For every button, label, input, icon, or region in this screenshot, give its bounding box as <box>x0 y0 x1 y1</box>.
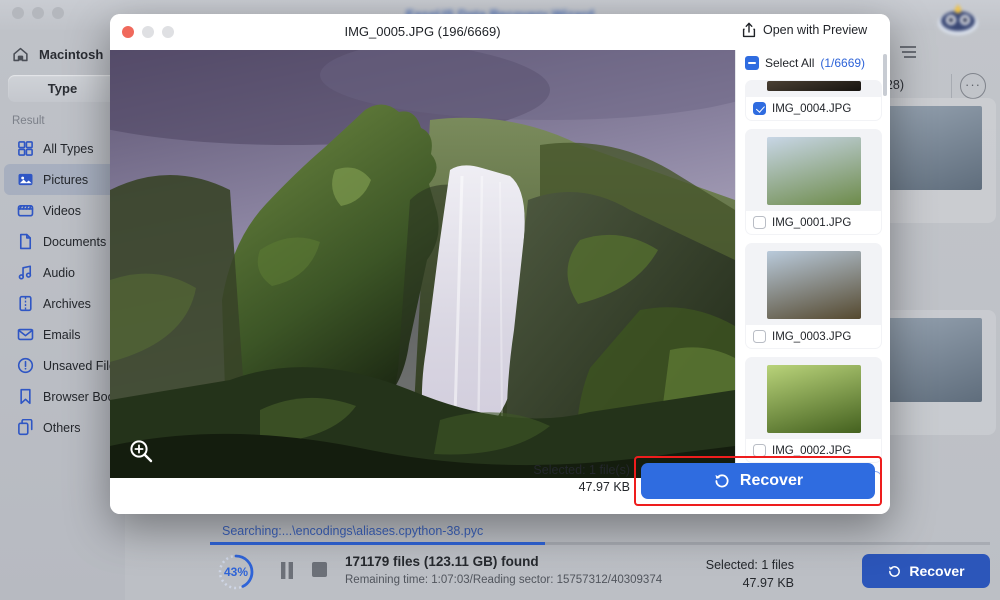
dialog-selected-size: 47.97 KB <box>578 480 630 494</box>
sidebar-item-label: Archives <box>43 296 91 311</box>
main-recover-button[interactable]: Recover <box>862 554 990 588</box>
open-with-preview-label: Open with Preview <box>763 23 868 37</box>
files-found-label: 171179 files (123.11 GB) found <box>345 554 539 569</box>
dialog-footer: Selected: 1 file(s) 47.97 KB Recover <box>110 456 890 514</box>
open-with-preview-button[interactable]: Open with Preview <box>742 22 867 38</box>
preview-image[interactable] <box>110 50 735 478</box>
select-all-label: Select All <box>765 56 815 70</box>
bookmark-icon <box>20 388 31 405</box>
restore-icon <box>715 474 729 488</box>
thumbnail-file-name: IMG_0002.JPG <box>772 444 852 457</box>
status-bar: 43% 171179 files (123.11 GB) found Remai… <box>210 546 990 596</box>
progress-percent-label: 43% <box>223 565 249 579</box>
sidebar-item-label: Audio <box>43 265 75 280</box>
thumbnail-image <box>766 137 861 205</box>
sidebar-item-audio[interactable]: Audio <box>4 257 121 288</box>
zoom-in-icon[interactable] <box>128 438 154 464</box>
scan-path-status: Searching:...\encodings\aliases.cpython-… <box>222 524 484 538</box>
remaining-time-label: Remaining time: 1:07:03/Reading sector: … <box>345 574 663 586</box>
thumbnail-checkbox[interactable] <box>753 102 766 115</box>
home-icon <box>13 47 28 62</box>
dialog-recover-button[interactable]: Recover <box>641 463 875 499</box>
main-selected-count: Selected: 1 files <box>705 558 794 572</box>
sidebar-item-documents[interactable]: Documents <box>4 226 121 257</box>
dialog-recover-label: Recover <box>739 472 804 489</box>
image-preview-dialog: IMG_0005.JPG (196/6669) Open with Previe… <box>110 14 890 514</box>
sidebar-item-videos[interactable]: Videos <box>4 195 121 226</box>
sidebar-item-label: Others <box>43 420 81 435</box>
sidebar-item-label: Emails <box>43 327 81 342</box>
others-icon <box>18 419 33 436</box>
sidebar-item-label: Unsaved File <box>43 358 116 373</box>
thumbnail-scrollbar[interactable] <box>883 54 887 96</box>
sidebar-item-emails[interactable]: Emails <box>4 319 121 350</box>
sidebar-item-label: Pictures <box>43 172 89 187</box>
main-selection-summary: Selected: 1 files 47.97 KB <box>706 556 794 592</box>
thumbnail-item[interactable]: IMG_0001.JPG <box>745 129 882 235</box>
sidebar-item-pictures[interactable]: Pictures <box>4 164 121 195</box>
column-view-icon[interactable] <box>898 42 918 62</box>
scan-progress-fill <box>210 542 546 545</box>
select-all-count: (1/6669) <box>820 56 866 70</box>
toolbar-divider <box>951 74 952 98</box>
thumbnail-checkbox[interactable] <box>753 330 766 343</box>
thumbnail-image <box>766 365 861 433</box>
sidebar-item-label: Browser Boo <box>43 389 115 404</box>
thumbnail-panel: Select All (1/6669) IMG_0004.JPG IMG_0001… <box>735 50 890 478</box>
stop-icon[interactable] <box>312 562 327 577</box>
thumbnail-image <box>766 251 861 319</box>
share-icon <box>742 22 756 38</box>
type-filter-label: Type <box>47 81 78 96</box>
sidebar-item-unsaved-file[interactable]: Unsaved File <box>4 350 121 381</box>
recover-highlight-box: Recover <box>634 456 882 506</box>
thumbnail-file-name: IMG_0004.JPG <box>772 102 852 115</box>
thumbnail-item[interactable]: IMG_0004.JPG <box>745 80 882 121</box>
unsaved-icon <box>17 357 34 374</box>
select-all-checkbox[interactable] <box>745 56 759 70</box>
sidebar-item-label: Documents <box>43 234 107 249</box>
type-filter-button[interactable]: Type <box>8 75 117 102</box>
drive-label: Macintosh <box>39 47 104 62</box>
thumbnail-row[interactable]: IMG_0001.JPG <box>746 211 881 234</box>
thumbnail-row[interactable]: IMG_0003.JPG <box>746 325 881 348</box>
main-selected-size: 47.97 KB <box>742 576 794 590</box>
thumbnail-file-name: IMG_0001.JPG <box>772 216 852 229</box>
dialog-title: IMG_0005.JPG (196/6669) <box>344 24 501 39</box>
select-all-row[interactable]: Select All (1/6669) <box>736 50 890 76</box>
video-icon <box>17 204 34 217</box>
dialog-selected-count: Selected: 1 file(s) <box>533 463 630 477</box>
document-icon <box>19 233 32 250</box>
thumbnail-item[interactable]: IMG_0003.JPG <box>745 243 882 349</box>
drive-header[interactable]: Macintosh <box>0 30 125 63</box>
more-options-button[interactable]: ··· <box>960 73 986 99</box>
restore-icon <box>889 565 901 577</box>
sidebar: Macintosh Type Result All Types Pictures V… <box>0 30 125 600</box>
email-icon <box>17 328 34 341</box>
thumbnail-checkbox[interactable] <box>753 216 766 229</box>
dialog-title-bar: IMG_0005.JPG (196/6669) Open with Previe… <box>110 14 890 50</box>
grid-icon <box>18 141 33 156</box>
sidebar-item-archives[interactable]: Archives <box>4 288 121 319</box>
archive-icon <box>19 295 32 312</box>
thumbnail-list: IMG_0004.JPG IMG_0001.JPG IMG_0003.JPG IMG_… <box>736 80 890 478</box>
result-section-label: Result <box>12 115 45 127</box>
thumbnail-file-name: IMG_0003.JPG <box>772 330 852 343</box>
audio-icon <box>18 265 32 280</box>
sidebar-item-browser-boo[interactable]: Browser Boo <box>4 381 121 412</box>
sidebar-item-label: Videos <box>43 203 81 218</box>
thumbnail-row[interactable]: IMG_0004.JPG <box>746 97 881 120</box>
sidebar-nav-list: All Types Pictures Videos Documents Audio Arc… <box>0 133 125 443</box>
dialog-body: Select All (1/6669) IMG_0004.JPG IMG_0001… <box>110 50 890 478</box>
scan-progress-track <box>210 542 990 545</box>
thumbnail-image <box>766 81 861 91</box>
sidebar-item-others[interactable]: Others <box>4 412 121 443</box>
sidebar-item-label: All Types <box>43 141 94 156</box>
sidebar-item-all-types[interactable]: All Types <box>4 133 121 164</box>
picture-icon <box>18 173 33 186</box>
main-recover-label: Recover <box>909 563 965 579</box>
thumbnail-item[interactable]: IMG_0002.JPG <box>745 357 882 463</box>
dialog-selection-summary: Selected: 1 file(s) 47.97 KB <box>533 462 630 496</box>
pause-icon[interactable] <box>280 562 294 579</box>
